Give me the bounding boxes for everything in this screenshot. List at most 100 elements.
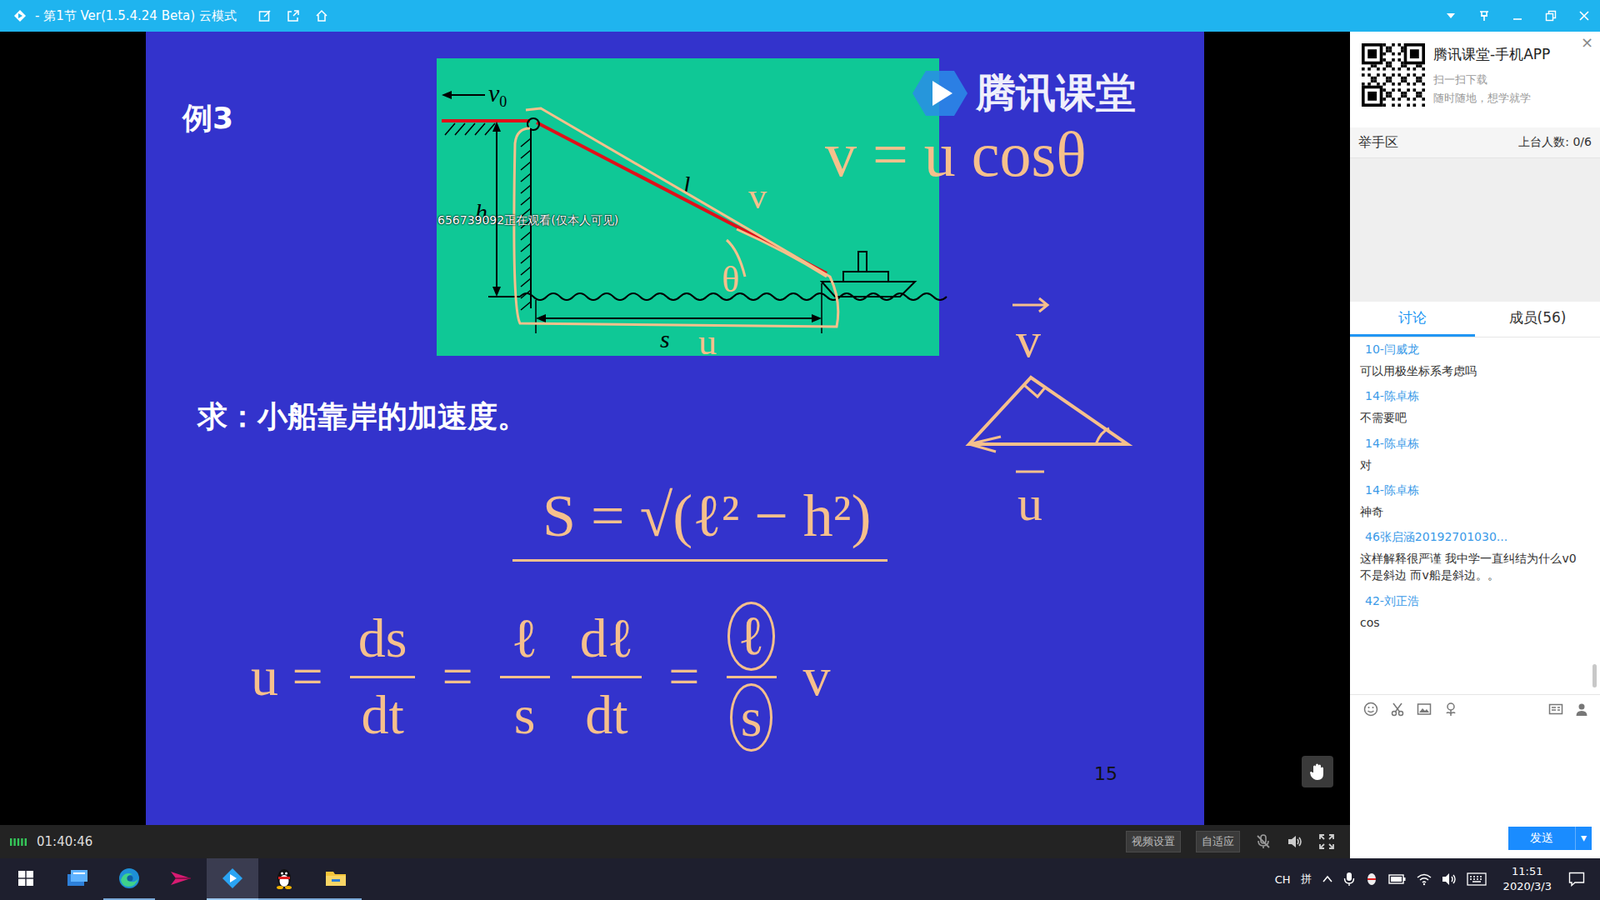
fraction-bar bbox=[571, 675, 643, 679]
classroom-logo-icon bbox=[910, 67, 970, 120]
question: 求：小船靠岸的加速度。 bbox=[197, 396, 528, 438]
input-method[interactable]: 拼 bbox=[1300, 871, 1312, 887]
taskbar-app[interactable] bbox=[206, 858, 259, 900]
send-button[interactable]: 发送 ▾ bbox=[1508, 826, 1592, 850]
edit-icon[interactable] bbox=[258, 9, 272, 23]
fraction: ℓ s bbox=[726, 601, 777, 752]
taskbar-app[interactable] bbox=[155, 858, 207, 900]
volume-icon[interactable] bbox=[1441, 872, 1457, 886]
message-text: 不需要吧 bbox=[1360, 409, 1584, 426]
chat-message: 14-陈卓栋 神奇 bbox=[1360, 483, 1584, 520]
formula-term: u = bbox=[245, 641, 329, 712]
player-button[interactable]: 视频设置 bbox=[1125, 830, 1181, 853]
vector-v-label: v bbox=[1015, 312, 1041, 368]
start-button[interactable] bbox=[0, 858, 52, 900]
raise-hand-header: 举手区 上台人数: 0/6 bbox=[1350, 127, 1600, 159]
tray-microphone-icon[interactable] bbox=[1343, 871, 1355, 887]
derivation: u =ds dt=ℓ sdℓ dt=ℓ sv bbox=[245, 601, 836, 752]
title-bar: - 第1节 Ver(1.5.4.24 Beta) 云模式 bbox=[0, 0, 1600, 32]
clock-date: 2020/3/3 bbox=[1503, 879, 1552, 895]
numerator: ℓ bbox=[727, 601, 776, 671]
raise-hand-title: 举手区 bbox=[1358, 134, 1399, 152]
qq-penguin-icon bbox=[272, 866, 296, 890]
share-icon[interactable] bbox=[286, 9, 300, 23]
fullscreen-icon[interactable] bbox=[1318, 833, 1335, 850]
qr-code-icon[interactable] bbox=[1361, 43, 1425, 107]
taskbar: CH 拼 11:51 2020/3/3 bbox=[0, 858, 1600, 900]
chat-input[interactable]: 发送 ▾ bbox=[1350, 722, 1600, 859]
numerator: dℓ bbox=[571, 606, 643, 671]
image-icon[interactable] bbox=[1416, 701, 1432, 717]
chevron-up-icon[interactable] bbox=[1321, 873, 1334, 885]
signal-icon bbox=[10, 836, 29, 847]
player-button[interactable]: 自适应 bbox=[1195, 830, 1240, 853]
input-method[interactable]: CH bbox=[1275, 873, 1291, 886]
person-icon[interactable] bbox=[1575, 701, 1590, 717]
keyboard-icon[interactable] bbox=[1466, 872, 1487, 886]
classroom-icon bbox=[220, 866, 245, 890]
battery-icon[interactable] bbox=[1388, 874, 1407, 885]
tray-qq-icon[interactable] bbox=[1365, 871, 1379, 887]
raise-hand-button[interactable] bbox=[1301, 755, 1334, 788]
home-icon[interactable] bbox=[315, 9, 329, 23]
message-text: cos bbox=[1360, 614, 1584, 631]
app-promo: 腾讯课堂-手机APP 扫一扫下载随时随地，想学就学 × bbox=[1350, 31, 1600, 128]
message-text: 神奇 bbox=[1360, 503, 1584, 520]
relation-note: v = u cosθ bbox=[825, 118, 1087, 191]
player-actions: 视频设置自适应 bbox=[1125, 830, 1335, 853]
flower-icon[interactable] bbox=[1443, 701, 1459, 717]
taskbar-app[interactable] bbox=[51, 858, 104, 900]
rope-speed-label: v bbox=[748, 175, 767, 217]
restore-icon[interactable] bbox=[1545, 10, 1557, 22]
app-icon bbox=[65, 867, 90, 890]
promo-close-button[interactable]: × bbox=[1580, 33, 1594, 51]
card-icon[interactable] bbox=[1548, 701, 1564, 717]
clock-time: 11:51 bbox=[1511, 864, 1543, 880]
sender-name[interactable]: 14-陈卓栋 bbox=[1360, 483, 1584, 499]
panel-tab[interactable]: 讨论 bbox=[1350, 301, 1475, 337]
clock[interactable]: 11:51 2020/3/3 bbox=[1496, 864, 1559, 894]
boat-diagram: v0hslvθu bbox=[436, 58, 940, 356]
fraction-bar bbox=[726, 675, 777, 679]
promo-title: 腾讯课堂-手机APP bbox=[1433, 45, 1550, 65]
scrollbar[interactable] bbox=[1592, 664, 1597, 688]
notification-icon[interactable] bbox=[1568, 871, 1585, 887]
edge-icon bbox=[117, 866, 141, 890]
speaker-icon[interactable] bbox=[1286, 833, 1304, 850]
sender-name[interactable]: 10-闫威龙 bbox=[1360, 342, 1584, 358]
taskbar-app[interactable] bbox=[103, 858, 155, 900]
message-text: 这样解释很严谨 我中学一直纠结为什么v0不是斜边 而v船是斜边。。 bbox=[1360, 550, 1584, 585]
numerator: ds bbox=[350, 606, 416, 671]
numerator: ℓ bbox=[503, 606, 547, 671]
distance-note: S = √(ℓ² − h²) bbox=[512, 481, 888, 562]
system-tray: CH 拼 11:51 2020/3/3 bbox=[1275, 858, 1600, 900]
windows-icon bbox=[18, 870, 34, 886]
sender-name[interactable]: 14-陈卓栋 bbox=[1360, 389, 1584, 405]
scissors-icon[interactable] bbox=[1390, 701, 1405, 717]
emoji-icon[interactable] bbox=[1363, 701, 1379, 717]
send-label[interactable]: 发送 bbox=[1508, 826, 1575, 850]
angle-label: θ bbox=[721, 259, 740, 300]
paper-plane-icon bbox=[169, 866, 193, 890]
boat-speed-label: u bbox=[698, 321, 717, 363]
wifi-icon[interactable] bbox=[1416, 872, 1432, 886]
pin-icon[interactable] bbox=[1478, 10, 1490, 22]
sender-name[interactable]: 46张启涵20192701030... bbox=[1360, 530, 1584, 545]
sender-name[interactable]: 14-陈卓栋 bbox=[1360, 436, 1584, 452]
window-controls bbox=[1445, 10, 1590, 22]
microphone-icon[interactable] bbox=[1255, 833, 1272, 850]
taskbar-app[interactable] bbox=[258, 858, 310, 900]
close-icon[interactable] bbox=[1578, 10, 1590, 22]
denominator: s bbox=[730, 683, 774, 753]
send-options[interactable]: ▾ bbox=[1575, 826, 1592, 850]
speed-label: v0 bbox=[488, 79, 507, 110]
panel-tab[interactable]: 成员(56) bbox=[1475, 301, 1600, 337]
viewer-watermark: 656739092正在观看(仅本人可见) bbox=[437, 213, 619, 229]
formula-term: = bbox=[436, 641, 478, 712]
page-number: 15 bbox=[1094, 763, 1118, 785]
dropdown-icon[interactable] bbox=[1445, 10, 1457, 22]
taskbar-app[interactable] bbox=[310, 858, 362, 900]
minimize-icon[interactable] bbox=[1511, 10, 1524, 22]
sender-name[interactable]: 42-刘正浩 bbox=[1360, 594, 1584, 610]
window-title: - 第1节 Ver(1.5.4.24 Beta) 云模式 bbox=[35, 8, 237, 25]
